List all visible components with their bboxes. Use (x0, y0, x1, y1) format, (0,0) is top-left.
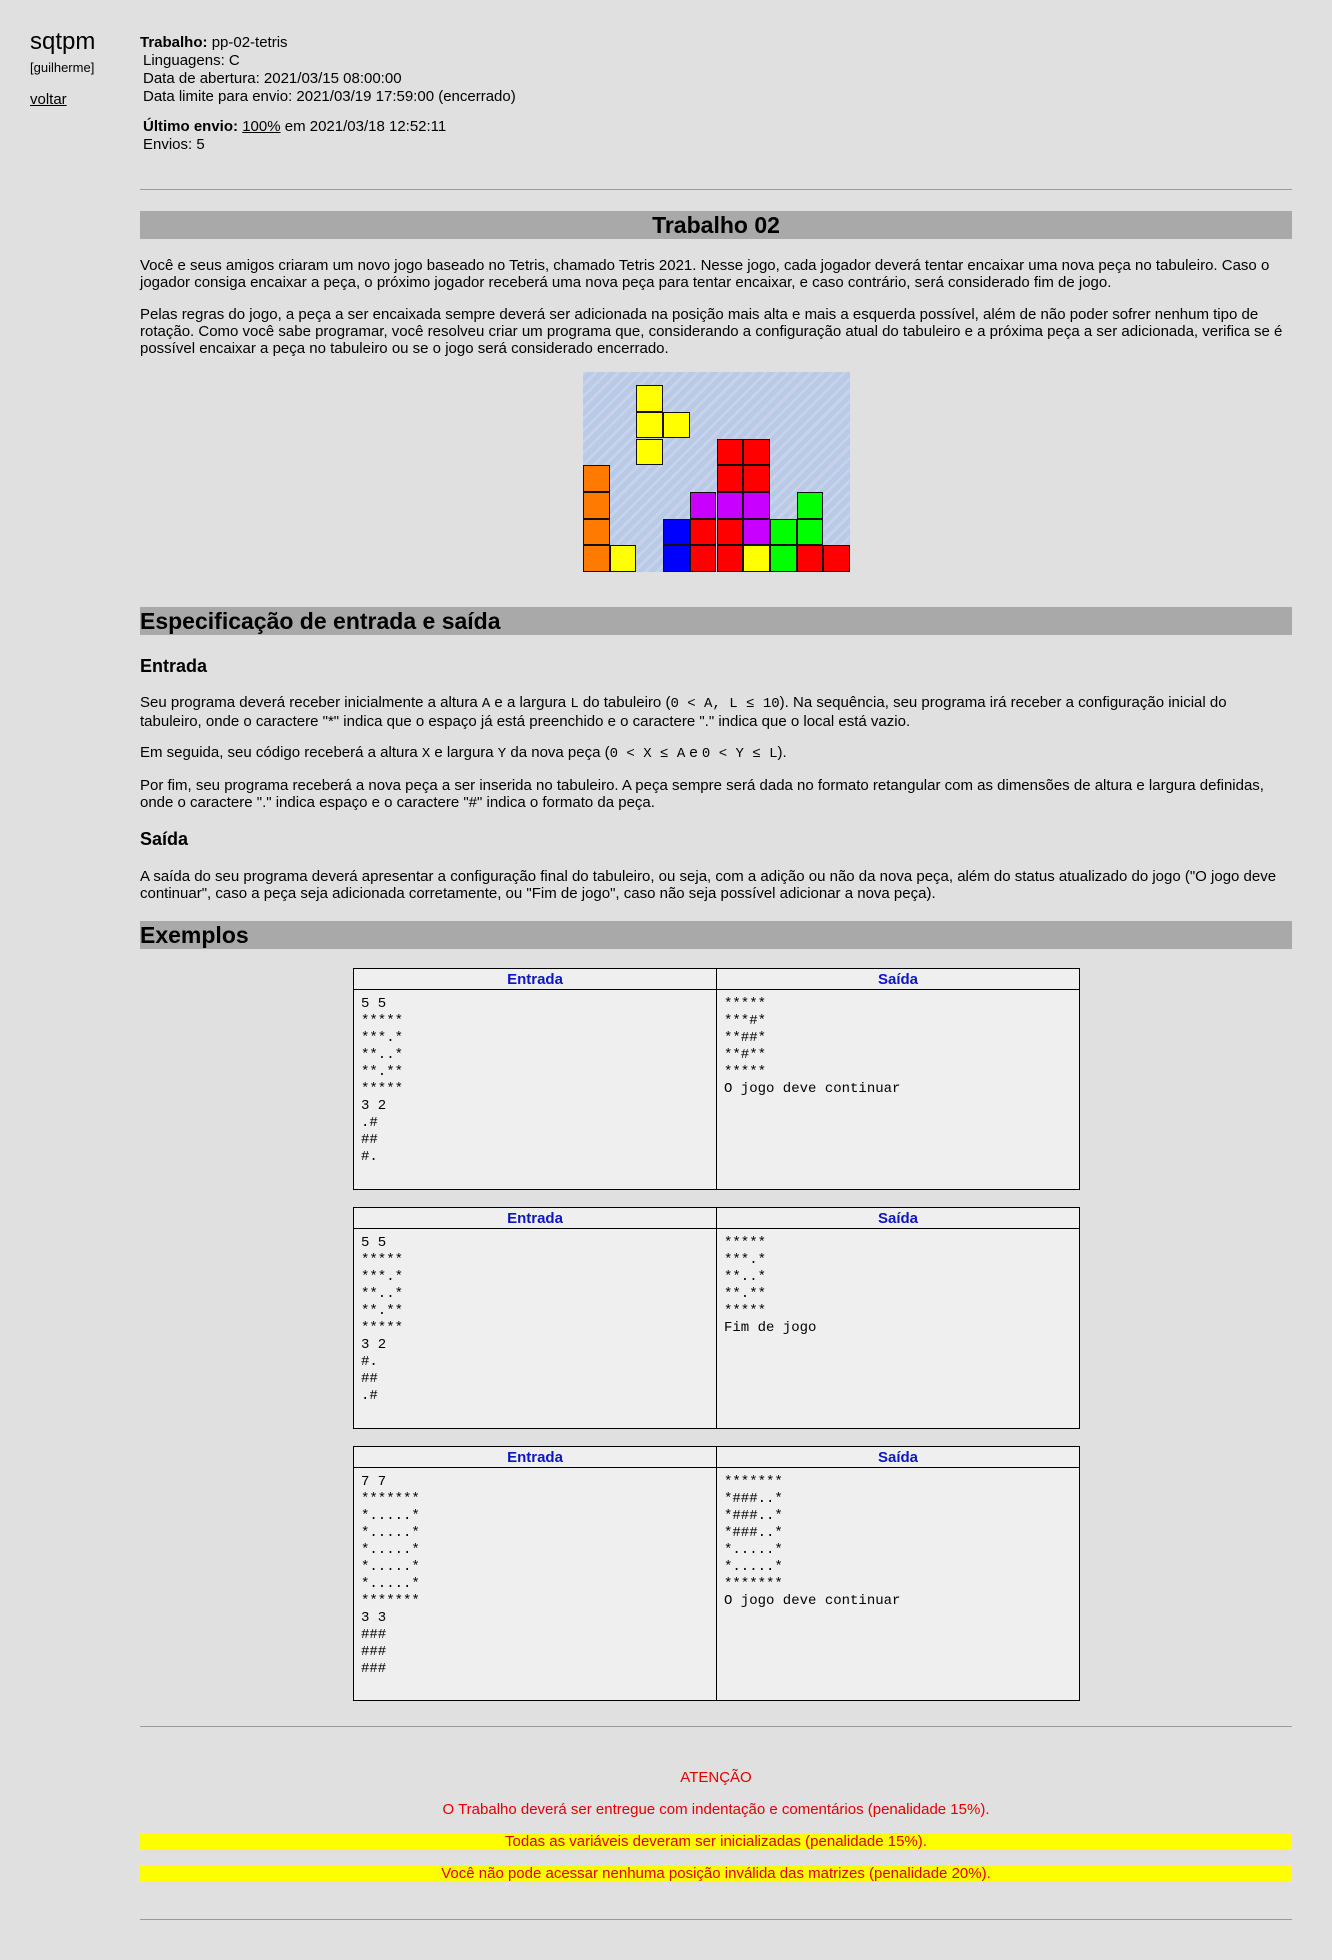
tetris-block (796, 518, 824, 546)
job-label: Trabalho: (140, 34, 208, 51)
attention-matrix-bounds: Você não pode acessar nenhuma posição in… (140, 1865, 1292, 1882)
brand-title: sqtpm (30, 28, 96, 55)
tetris-block (769, 518, 797, 546)
tetris-block (769, 545, 797, 572)
tetris-block (663, 545, 690, 572)
output-heading: Saída (140, 829, 189, 849)
open-date: Data de abertura: 2021/03/15 08:00:00 (143, 70, 402, 87)
due-date: Data limite para envio: 2021/03/19 17:59… (143, 88, 516, 105)
example-table: Entrada Saída 5 5 ***** ***.* **..* **.*… (353, 1207, 1080, 1429)
last-score-link[interactable]: 100% (242, 118, 280, 135)
tetris-block (636, 438, 664, 466)
output-paragraph: A saída do seu programa deverá apresenta… (140, 868, 1277, 902)
tetris-block (796, 545, 824, 572)
input-column-header: Entrada (353, 1207, 717, 1229)
attention-variables: Todas as variáveis deveram ser inicializ… (140, 1833, 1292, 1850)
tetris-block (743, 545, 770, 572)
examples-heading: Exemplos (140, 921, 1292, 949)
tetris-block (716, 518, 744, 546)
tetris-block (636, 385, 664, 412)
tetris-block (583, 491, 610, 519)
divider (140, 1726, 1292, 1727)
submission-count: Envios: 5 (143, 136, 205, 153)
tetris-illustration (583, 372, 850, 572)
input-paragraph-1: Seu programa deverá receber inicialmente… (140, 694, 1227, 730)
tetris-block (823, 545, 850, 572)
tetris-block (636, 411, 664, 439)
job-value: pp-02-tetris (211, 34, 288, 51)
tetris-block (716, 545, 744, 572)
example-input: 5 5 ***** ***.* **..* **.** ***** 3 2 #.… (353, 1228, 717, 1429)
tetris-block (689, 491, 717, 519)
output-column-header: Saída (716, 968, 1080, 990)
tetris-block (609, 545, 637, 572)
input-column-header: Entrada (353, 1446, 717, 1468)
tetris-block (716, 438, 744, 466)
tetris-block (716, 465, 744, 492)
spec-heading: Especificação de entrada e saída (140, 607, 1292, 635)
input-heading: Entrada (140, 656, 208, 676)
tetris-block (743, 491, 770, 519)
divider (140, 189, 1292, 190)
tetris-block (716, 491, 744, 519)
job-meta: Trabalho: pp-02-tetris Linguagens: C Dat… (140, 34, 840, 154)
input-column-header: Entrada (353, 968, 717, 990)
sidebar: sqtpm [guilherme] voltar (30, 28, 130, 108)
divider (140, 1919, 1292, 1920)
input-paragraph-3: Por fim, seu programa receberá a nova pe… (140, 777, 1264, 811)
tetris-block (743, 465, 770, 492)
tetris-block (663, 411, 690, 439)
tetris-block (583, 545, 610, 572)
tetris-block (689, 518, 717, 546)
languages: Linguagens: C (143, 52, 240, 69)
intro-paragraph-2: Pelas regras do jogo, a peça a ser encai… (140, 306, 1283, 357)
example-table: Entrada Saída 7 7 ******* *.....* *.....… (353, 1446, 1080, 1701)
output-column-header: Saída (716, 1207, 1080, 1229)
tetris-block (663, 518, 690, 546)
page-title: Trabalho 02 (140, 211, 1292, 239)
back-link[interactable]: voltar (30, 91, 67, 108)
last-submission-label: Último envio: (143, 118, 239, 135)
example-input: 7 7 ******* *.....* *.....* *.....* *...… (353, 1467, 717, 1701)
tetris-block (689, 545, 717, 572)
attention-indentation: O Trabalho deverá ser entregue com inden… (442, 1801, 990, 1818)
input-paragraph-2: Em seguida, seu código receberá a altura… (140, 744, 787, 762)
example-output: ***** ***.* **..* **.** ***** Fim de jog… (716, 1228, 1080, 1429)
tetris-block (583, 465, 610, 492)
example-output: ******* *###..* *###..* *###..* *.....* … (716, 1467, 1080, 1701)
example-input: 5 5 ***** ***.* **..* **.** ***** 3 2 .#… (353, 989, 717, 1190)
tetris-block (796, 491, 824, 519)
example-table: Entrada Saída 5 5 ***** ***.* **..* **.*… (353, 968, 1080, 1190)
example-output: ***** ***#* **##* **#** ***** O jogo dev… (716, 989, 1080, 1190)
tetris-block (743, 438, 770, 466)
tetris-block (583, 518, 610, 546)
output-column-header: Saída (716, 1446, 1080, 1468)
intro-paragraph-1: Você e seus amigos criaram um novo jogo … (140, 257, 1270, 291)
user-name: [guilherme] (30, 60, 95, 75)
last-submission-date: em 2021/03/18 12:52:11 (284, 118, 447, 135)
attention-title: ATENÇÃO (680, 1769, 752, 1786)
tetris-block (743, 518, 770, 546)
